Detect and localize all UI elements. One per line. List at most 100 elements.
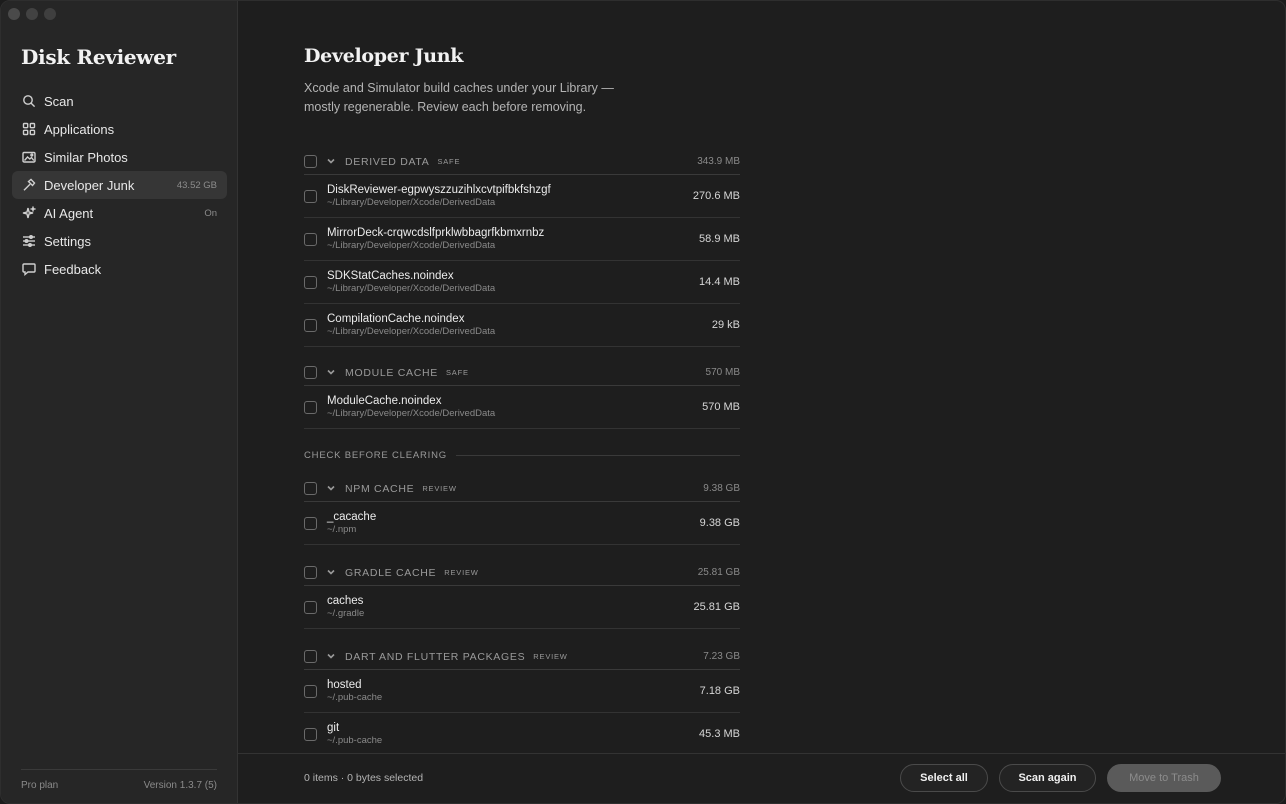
divider [455,454,740,456]
group-header-npm-cache[interactable]: NPM CACHE REVIEW 9.38 GB [304,476,740,502]
list-item[interactable]: hosted ~/.pub-cache 7.18 GB [304,670,740,713]
group-header-module-cache[interactable]: MODULE CACHE SAFE 570 MB [304,360,740,386]
item-size: 270.6 MB [692,190,740,202]
item-checkbox[interactable] [304,232,317,246]
sparkle-icon [22,206,36,220]
sidebar-item-label: Developer Junk [44,177,135,193]
group-tag: SAFE [446,368,469,377]
item-checkbox[interactable] [304,275,317,289]
group-header-dart-flutter[interactable]: DART AND FLUTTER PACKAGES REVIEW 7.23 GB [304,644,740,670]
sidebar-item-applications[interactable]: Applications [12,115,227,143]
group-checkbox[interactable] [304,650,317,663]
chevron-down-icon[interactable] [327,157,337,167]
sidebar-item-label: Feedback [44,261,102,277]
group-checkbox[interactable] [304,482,317,495]
item-size: 570 MB [702,401,740,413]
sidebar-item-badge: On [204,207,217,219]
sidebar-item-badge: 43.52 GB [176,179,217,191]
group-size: 570 MB [705,367,740,378]
item-checkbox[interactable] [304,189,317,203]
group-name: DERIVED DATA [345,155,430,168]
group-tag: REVIEW [533,652,568,661]
item-path: ~/.gradle [327,608,365,619]
sidebar: Disk Reviewer Scan Applications Similar … [1,1,238,803]
item-checkbox[interactable] [304,727,317,741]
zoom-window-button[interactable] [44,8,56,20]
item-checkbox[interactable] [304,400,317,414]
group-header-derived-data[interactable]: DERIVED DATA SAFE 343.9 MB [304,149,740,175]
group-size: 7.23 GB [703,651,740,662]
sidebar-item-similar-photos[interactable]: Similar Photos [12,143,227,171]
minimize-window-button[interactable] [26,8,38,20]
item-size: 9.38 GB [699,517,740,529]
item-text: git ~/.pub-cache [327,721,699,747]
list-item[interactable]: DiskReviewer-egpwyszzuzihlxcvtpifbkfshzg… [304,175,740,218]
item-name: _cacache [327,511,377,523]
item-path: ~/.pub-cache [327,692,383,703]
chevron-down-icon[interactable] [327,484,337,494]
grid-icon [22,122,36,136]
group-name: MODULE CACHE [345,366,438,379]
sidebar-footer: Pro plan Version 1.3.7 (5) [21,769,217,791]
scan-again-button[interactable]: Scan again [999,764,1096,792]
group-checkbox[interactable] [304,155,317,168]
group-tag: REVIEW [444,568,479,577]
item-text: DiskReviewer-egpwyszzuzihlxcvtpifbkfshzg… [327,183,693,209]
list-item[interactable]: git ~/.pub-cache 45.3 MB [304,713,740,753]
item-checkbox[interactable] [304,600,317,614]
select-all-button[interactable]: Select all [900,764,988,792]
group-size: 9.38 GB [703,483,740,494]
close-window-button[interactable] [8,8,20,20]
group-checkbox[interactable] [304,566,317,579]
item-name: git [327,722,340,734]
item-checkbox[interactable] [304,684,317,698]
group-checkbox[interactable] [304,366,317,379]
item-path: ~/Library/Developer/Xcode/DerivedData [327,283,496,294]
sidebar-item-scan[interactable]: Scan [12,87,227,115]
chevron-down-icon[interactable] [327,568,337,578]
item-text: ModuleCache.noindex ~/Library/Developer/… [327,394,702,420]
junk-list: DERIVED DATA SAFE 343.9 MB DiskReviewer-… [304,149,740,753]
hammer-icon [22,178,36,192]
item-path: ~/.pub-cache [327,735,383,746]
list-item[interactable]: SDKStatCaches.noindex ~/Library/Develope… [304,261,740,304]
item-text: hosted ~/.pub-cache [327,678,700,704]
sidebar-item-label: AI Agent [44,205,94,221]
list-item[interactable]: MirrorDeck-crqwcdslfprklwbbagrfkbmxrnbz … [304,218,740,261]
group-tag: SAFE [437,157,461,166]
chat-bubble-icon [22,262,36,276]
sidebar-item-settings[interactable]: Settings [12,227,227,255]
main-content: Developer Junk Xcode and Simulator build… [238,1,1285,753]
sidebar-item-developer-junk[interactable]: Developer Junk 43.52 GB [12,171,227,199]
group-header-gradle-cache[interactable]: GRADLE CACHE REVIEW 25.81 GB [304,560,740,586]
sidebar-item-label: Settings [44,233,91,249]
item-checkbox[interactable] [304,516,317,530]
page-title: Developer Junk [304,45,464,67]
page-description: Xcode and Simulator build caches under y… [304,81,614,114]
chevron-down-icon[interactable] [327,368,337,378]
list-item[interactable]: CompilationCache.noindex ~/Library/Devel… [304,304,740,347]
group-size: 25.81 GB [697,567,740,578]
chevron-down-icon[interactable] [327,652,337,662]
item-path: ~/Library/Developer/Xcode/DerivedData [327,408,496,419]
bottom-action-bar: 0 items · 0 bytes selected Select all Sc… [238,753,1285,803]
item-name: SDKStatCaches.noindex [327,270,454,282]
sidebar-item-feedback[interactable]: Feedback [12,255,227,283]
selection-status: 0 items · 0 bytes selected [304,772,424,784]
list-item[interactable]: _cacache ~/.npm 9.38 GB [304,502,740,545]
item-text: _cacache ~/.npm [327,510,700,536]
move-to-trash-button[interactable]: Move to Trash [1107,764,1221,792]
item-checkbox[interactable] [304,318,317,332]
sidebar-item-ai-agent[interactable]: AI Agent On [12,199,227,227]
section-label-text: CHECK BEFORE CLEARING [304,449,447,461]
group-name: NPM CACHE [345,482,415,495]
item-name: ModuleCache.noindex [327,395,442,407]
item-path: ~/Library/Developer/Xcode/DerivedData [327,240,496,251]
list-item[interactable]: ModuleCache.noindex ~/Library/Developer/… [304,386,740,429]
item-size: 7.18 GB [699,685,740,697]
search-icon [22,94,36,108]
item-text: caches ~/.gradle [327,594,694,620]
list-item[interactable]: caches ~/.gradle 25.81 GB [304,586,740,629]
